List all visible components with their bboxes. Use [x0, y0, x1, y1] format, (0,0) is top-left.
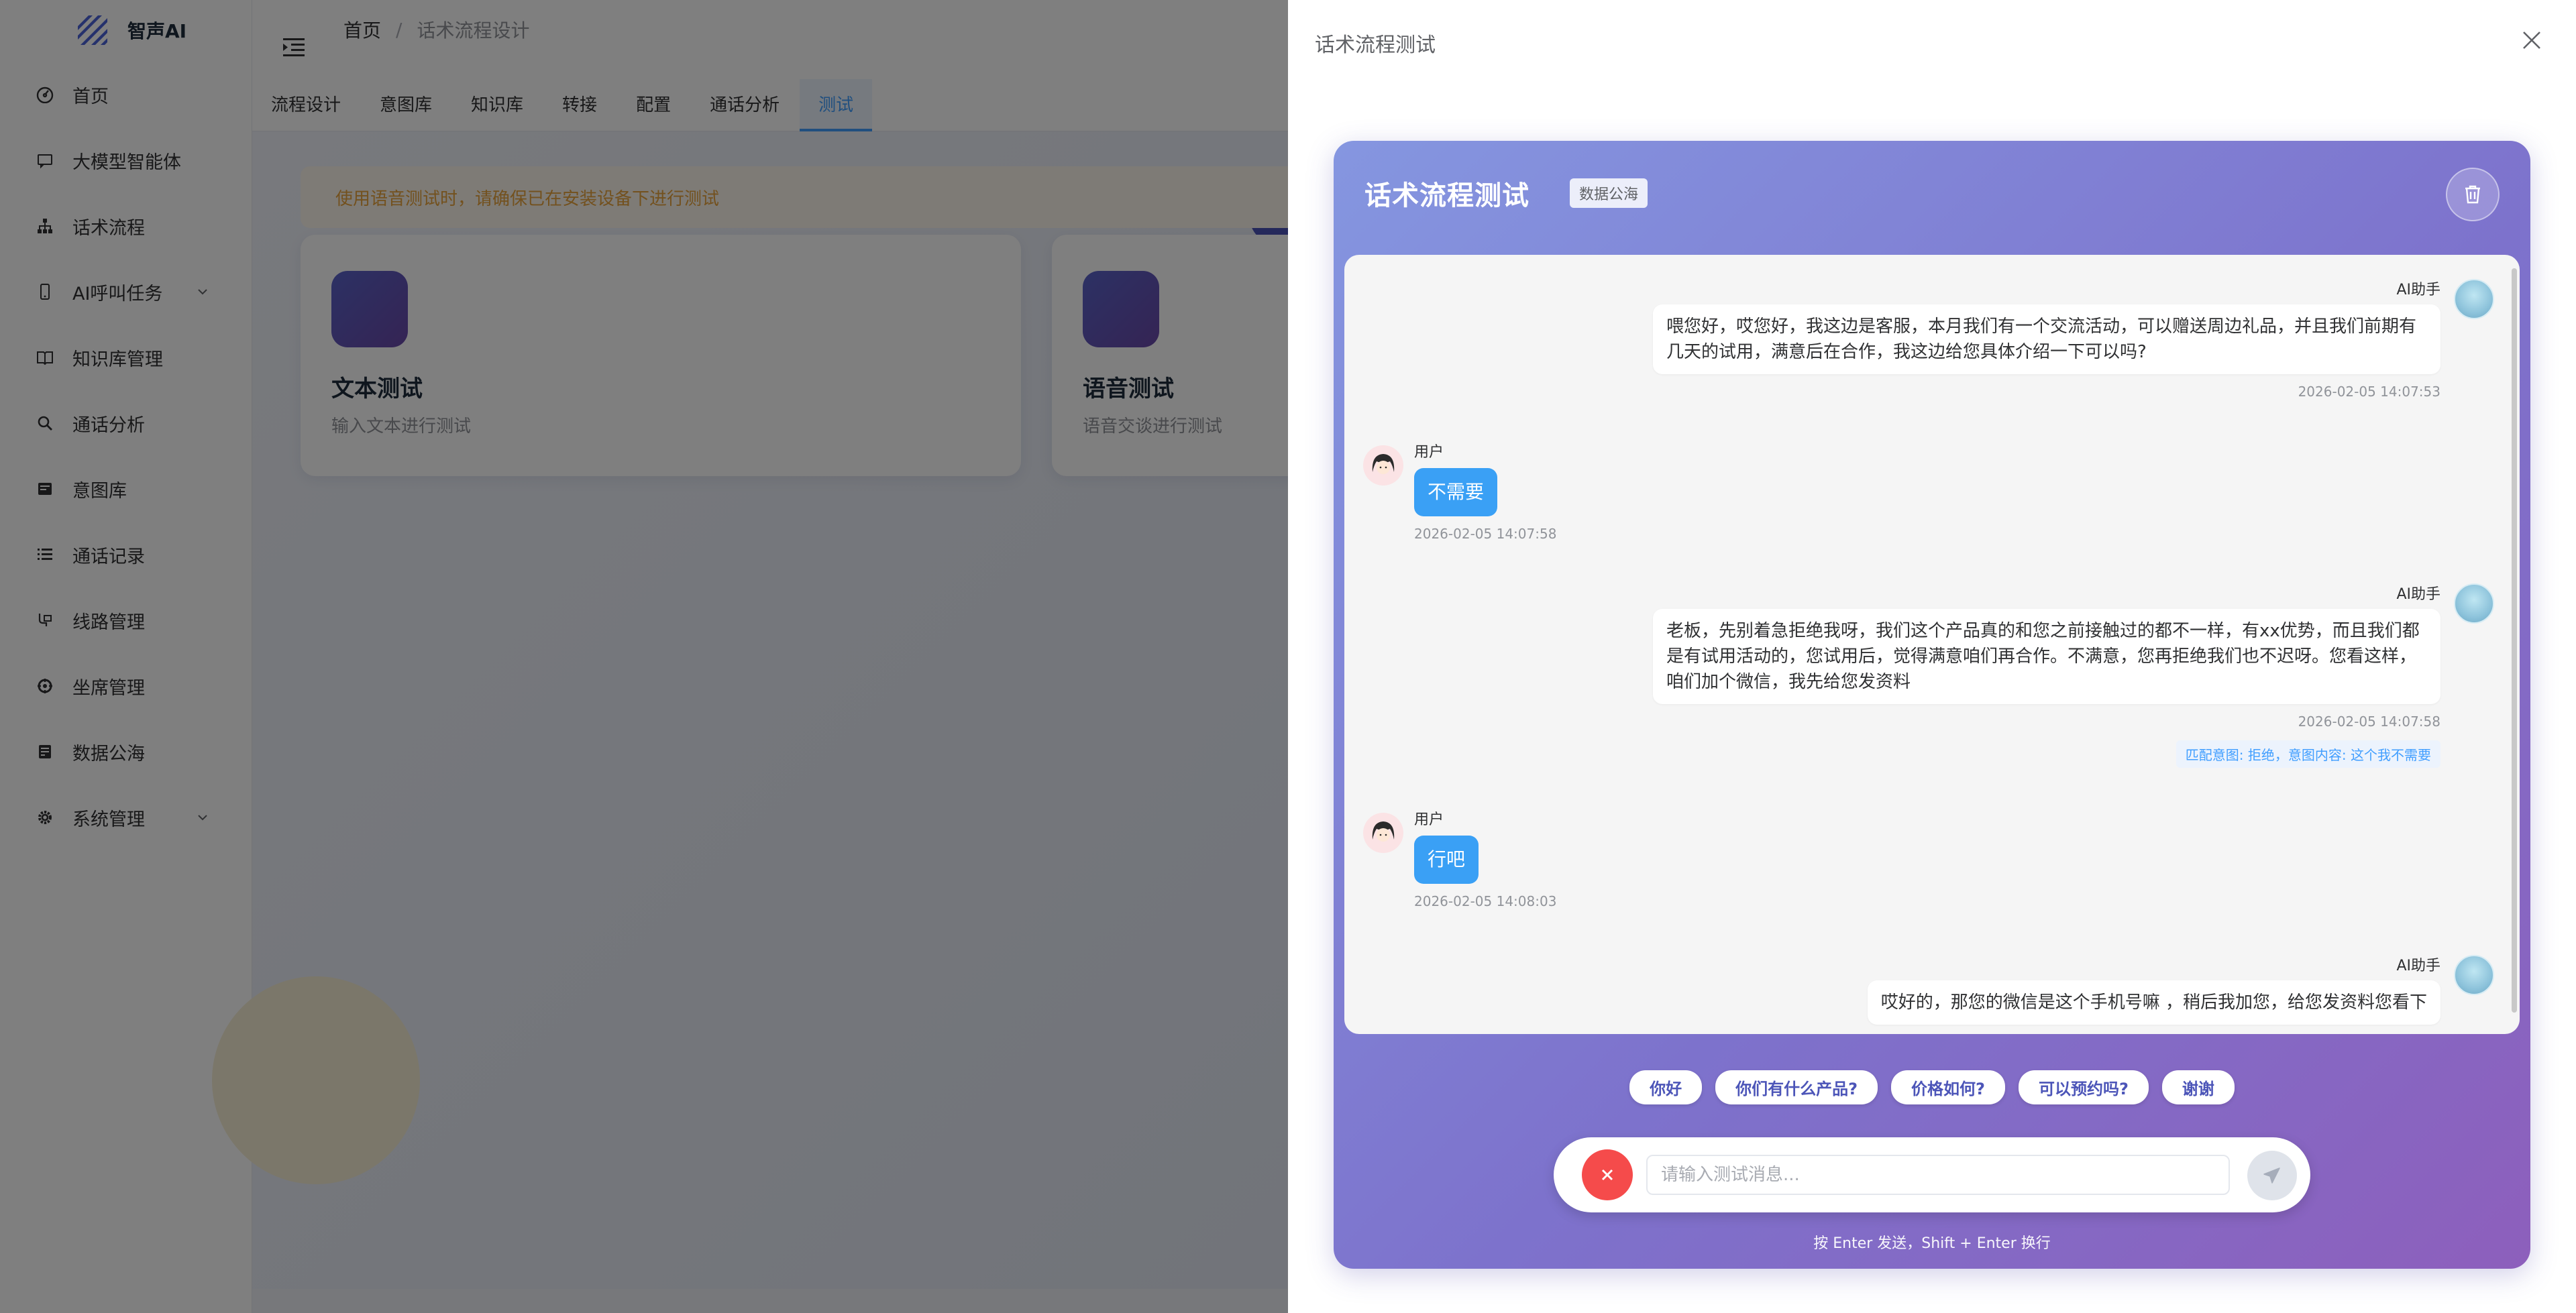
message-bubble: 不需要	[1414, 468, 1498, 516]
clear-chat-button[interactable]	[2446, 168, 2500, 221]
matched-intent-tag: 匹配意图: 拒绝，意图内容: 这个我不需要	[2176, 740, 2440, 768]
drawer-overlay[interactable]	[0, 0, 1288, 1313]
chat-message-user: 用户 不需要 2026-02-05 14:07:58	[1363, 440, 1556, 542]
quick-reply-button[interactable]: 谢谢	[2161, 1070, 2235, 1104]
user-face-icon	[1364, 813, 1403, 852]
user-avatar	[1363, 813, 1403, 853]
message-bubble: 哎好的，那您的微信是这个手机号嘛 ，稍后我加您，给您发资料您看下	[1867, 980, 2440, 1025]
quick-reply-button[interactable]: 可以预约吗?	[2018, 1070, 2149, 1104]
message-sender: AI助手	[2396, 586, 2440, 603]
send-icon	[2263, 1167, 2280, 1184]
quick-replies: 你好 你们有什么产品? 价格如何? 可以预约吗? 谢谢	[1334, 1070, 2530, 1104]
chat-message-ai: AI助手 哎好的，那您的微信是这个手机号嘛 ，稍后我加您，给您发资料您看下	[1555, 948, 2494, 1025]
close-icon	[1601, 1169, 1613, 1181]
quick-reply-button[interactable]: 你好	[1629, 1070, 1703, 1104]
chat-scrollbar[interactable]	[2512, 268, 2517, 1013]
message-sender: AI助手	[2396, 958, 2440, 974]
quick-reply-button[interactable]: 你们有什么产品?	[1715, 1070, 1878, 1104]
message-input-bar	[1554, 1137, 2310, 1212]
chat-message-user: 用户 行吧 2026-02-05 14:08:03	[1363, 807, 1556, 909]
ai-avatar	[2454, 583, 2494, 624]
chat-messages[interactable]: AI助手 喂您好，哎您好，我这边是客服，本月我们有一个交流活动，可以赠送周边礼品…	[1344, 255, 2520, 1034]
input-hint: 按 Enter 发送，Shift + Enter 换行	[1813, 1235, 2051, 1252]
send-button[interactable]	[2247, 1151, 2297, 1200]
chat-message-ai: AI助手 喂您好，哎您好，我这边是客服，本月我们有一个交流活动，可以赠送周边礼品…	[1555, 272, 2494, 400]
message-sender: 用户	[1414, 444, 1444, 461]
quick-reply-button[interactable]: 价格如何?	[1891, 1070, 2005, 1104]
message-sender: AI助手	[2396, 282, 2440, 298]
message-time: 2026-02-05 14:07:58	[2298, 713, 2440, 730]
ai-avatar	[2454, 279, 2494, 319]
message-input[interactable]	[1646, 1155, 2230, 1195]
user-avatar	[1363, 445, 1403, 486]
message-time: 2026-02-05 14:07:58	[1414, 526, 1557, 542]
panel-header: 话术流程测试 数据公海	[1334, 141, 2530, 245]
test-drawer: 话术流程测试 话术流程测试 数据公海 AI助手 喂您好，哎您好，我这边是客服，本…	[1288, 0, 2576, 1313]
drawer-title: 话术流程测试	[1315, 34, 1436, 57]
message-bubble: 老板，先别着急拒绝我呀，我们这个产品真的和您之前接触过的都不一样，有xx优势，而…	[1653, 609, 2440, 704]
message-sender: 用户	[1414, 811, 1444, 828]
user-face-icon	[1364, 446, 1403, 485]
message-bubble: 喂您好，哎您好，我这边是客服，本月我们有一个交流活动，可以赠送周边礼品，并且我们…	[1653, 304, 2440, 374]
trash-icon	[2465, 185, 2480, 204]
panel-title: 话术流程测试	[1364, 180, 1529, 211]
close-icon[interactable]	[2520, 28, 2544, 52]
message-time: 2026-02-05 14:07:53	[2298, 384, 2440, 400]
data-source-badge: 数据公海	[1570, 178, 1648, 208]
cancel-button[interactable]	[1582, 1149, 1633, 1200]
chat-test-panel: 话术流程测试 数据公海 AI助手 喂您好，哎您好，我这边是客服，本月我们有一个交…	[1334, 141, 2530, 1269]
ai-avatar	[2454, 955, 2494, 995]
message-time: 2026-02-05 14:08:03	[1414, 893, 1557, 909]
message-bubble: 行吧	[1414, 836, 1479, 884]
chat-message-ai: AI助手 老板，先别着急拒绝我呀，我们这个产品真的和您之前接触过的都不一样，有x…	[1555, 577, 2494, 768]
